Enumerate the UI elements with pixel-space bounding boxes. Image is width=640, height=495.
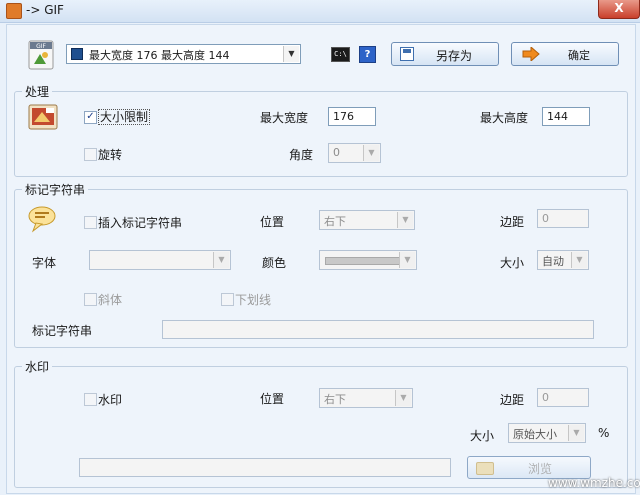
watermark-path-input[interactable] [79,458,451,477]
chevron-down-icon[interactable]: ▼ [397,212,413,228]
max-height-input[interactable]: 144 [542,107,590,126]
angle-select[interactable]: 0 ▼ [328,143,381,163]
marker-position-select[interactable]: 右下 ▼ [319,210,415,230]
site-watermark: www.wmzhe.com [548,476,640,490]
marker-string-label: 标记字符串 [32,324,93,338]
color-select[interactable]: ▼ [319,250,417,270]
save-as-button[interactable]: 另存为 [391,42,499,66]
italic-label[interactable]: 斜体 [98,291,122,308]
rotate-checkbox[interactable] [84,148,97,161]
gif-format-icon: GIF [28,40,54,70]
percent-label: % [598,426,610,440]
underline-label[interactable]: 下划线 [235,291,271,308]
watermark-position-select[interactable]: 右下 ▼ [319,388,413,408]
command-icon[interactable]: C:\ [331,47,350,62]
rotate-label[interactable]: 旋转 [98,146,122,163]
insert-marker-checkbox[interactable] [84,216,97,229]
size-limit-checkbox[interactable]: ✓ [84,111,97,124]
angle-label: 角度 [289,148,314,162]
max-height-label: 最大高度 [480,111,529,125]
process-group [14,91,628,177]
color-label: 颜色 [262,256,287,270]
watermark-group-label: 水印 [22,358,53,375]
marker-size-select[interactable]: 自动 ▼ [537,250,589,270]
chevron-down-icon[interactable]: ▼ [399,252,415,268]
preset-select[interactable]: 最大宽度 176 最大高度 144 ▼ [66,44,301,64]
italic-checkbox[interactable] [84,293,97,306]
chevron-down-icon[interactable]: ▼ [568,425,584,441]
watermark-position-value: 右下 [324,393,346,406]
chevron-down-icon[interactable]: ▼ [283,46,299,62]
close-button[interactable]: X [598,0,640,19]
insert-marker-label[interactable]: 插入标记字符串 [98,214,182,231]
floppy-icon [71,48,83,60]
angle-value: 0 [333,146,340,159]
watermark-label[interactable]: 水印 [98,391,122,408]
chevron-down-icon[interactable]: ▼ [363,145,379,161]
chevron-down-icon[interactable]: ▼ [571,252,587,268]
folder-icon [476,462,494,475]
save-as-label: 另存为 [436,49,473,63]
marker-margin-input[interactable]: 0 [537,209,589,228]
max-width-label: 最大宽度 [260,111,309,125]
underline-checkbox[interactable] [221,293,234,306]
arrow-right-icon [522,45,540,64]
window-title: -> GIF [26,3,64,17]
font-label: 字体 [32,256,57,270]
watermark-position-label: 位置 [260,392,285,406]
watermark-margin-label: 边距 [500,393,525,407]
app-icon [6,3,22,19]
watermark-size-label: 大小 [470,429,495,443]
marker-group-label: 标记字符串 [22,181,89,198]
watermark-checkbox[interactable] [84,393,97,406]
ok-button[interactable]: 确定 [511,42,619,66]
watermark-size-value: 原始大小 [513,428,557,441]
marker-size-label: 大小 [500,256,525,270]
process-group-label: 处理 [22,83,53,100]
marker-position-value: 右下 [324,215,346,228]
preset-select-value: 最大宽度 176 最大高度 144 [89,49,230,62]
chevron-down-icon[interactable]: ▼ [395,390,411,406]
help-icon[interactable]: ? [359,46,376,63]
watermark-margin-input[interactable]: 0 [537,388,589,407]
chevron-down-icon[interactable]: ▼ [213,252,229,268]
color-swatch [325,257,401,265]
size-limit-label[interactable]: 大小限制 [98,109,151,125]
ok-label: 确定 [568,49,590,62]
resize-icon[interactable] [28,104,58,130]
svg-text:GIF: GIF [36,43,46,50]
font-select[interactable]: ▼ [89,250,231,270]
marker-string-input[interactable] [162,320,594,339]
watermark-size-select[interactable]: 原始大小 ▼ [508,423,586,443]
marker-size-value: 自动 [542,255,564,268]
speech-bubble-icon [27,204,57,237]
title-bar: -> GIF X [0,0,640,23]
browse-label: 浏览 [528,462,553,476]
marker-margin-label: 边距 [500,215,525,229]
floppy-save-icon [400,47,414,61]
marker-position-label: 位置 [260,215,285,229]
max-width-input[interactable]: 176 [328,107,376,126]
